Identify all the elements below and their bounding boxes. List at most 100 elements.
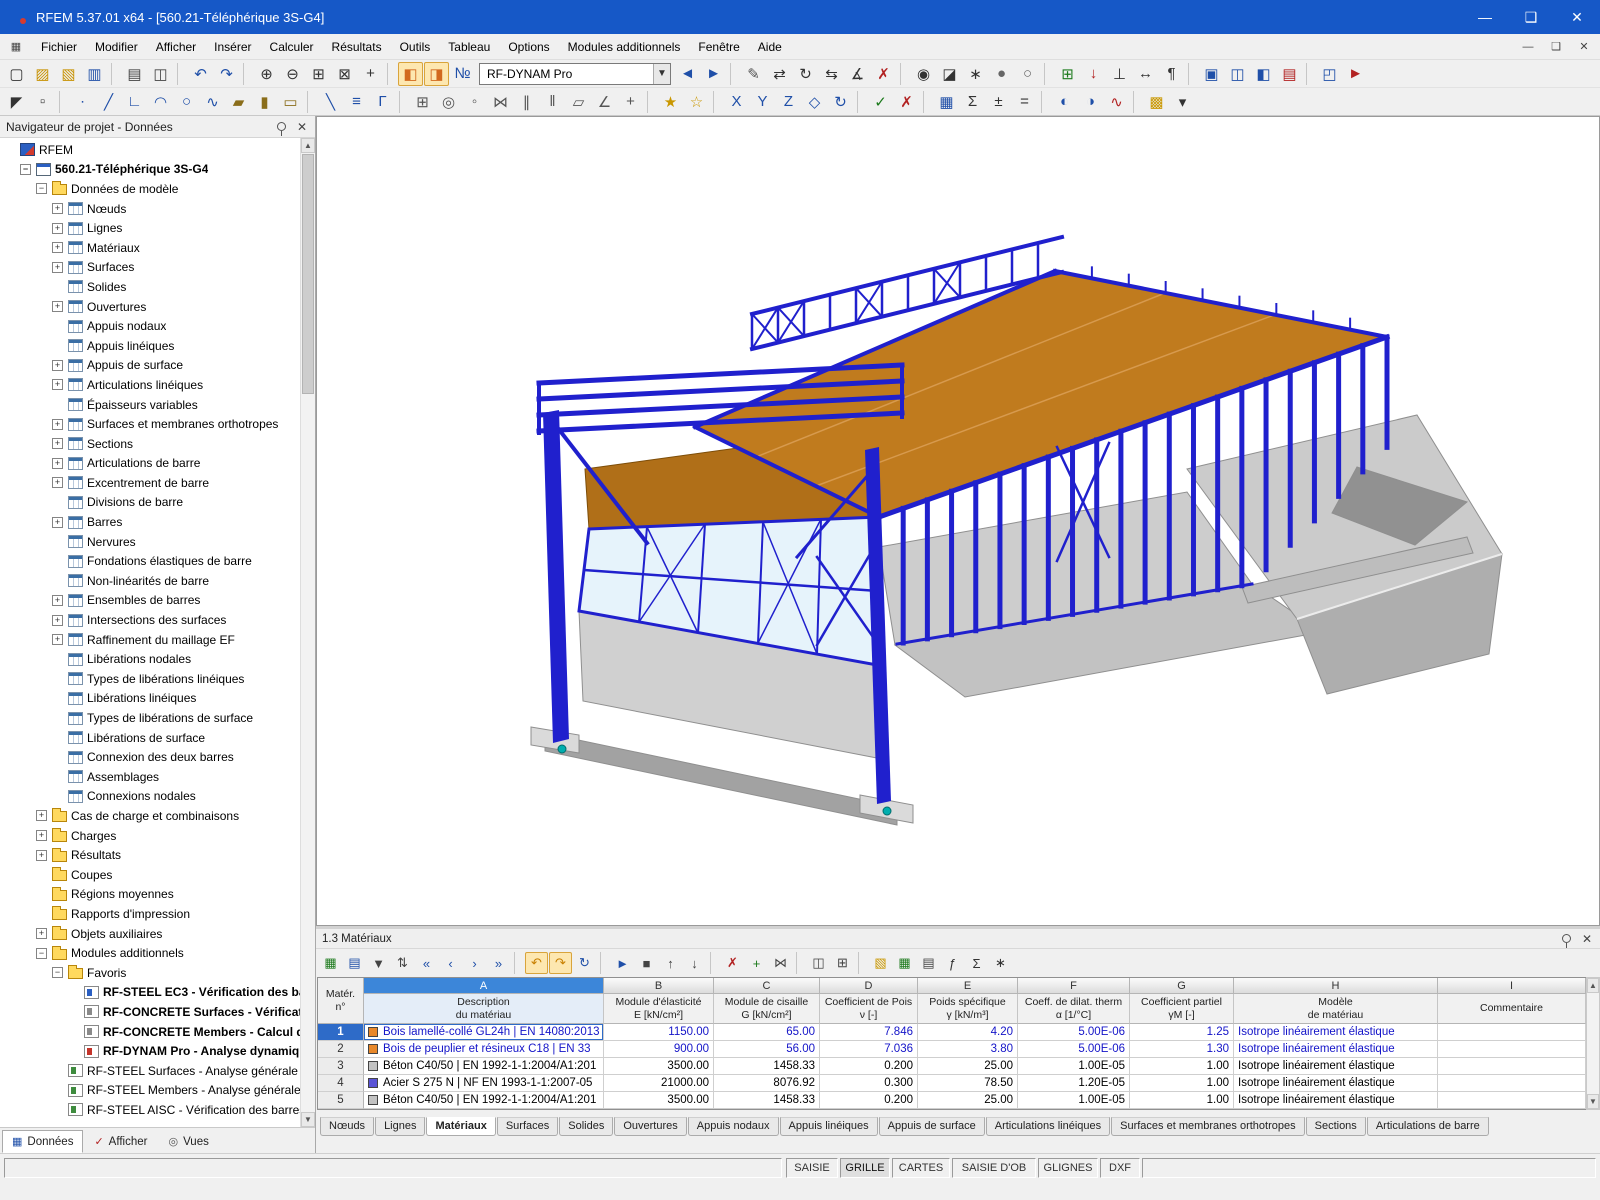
status-toggle-glignes[interactable]: GLIGNES (1038, 1158, 1098, 1178)
row-up-icon[interactable]: ↑ (659, 952, 682, 974)
guidelines-icon[interactable]: ‖ (540, 90, 565, 114)
table-row[interactable]: 2Bois de peuplier et résineux C18 | EN 3… (318, 1041, 1585, 1058)
tree-expander-icon[interactable]: + (52, 301, 63, 312)
value-cell[interactable]: 56.00 (714, 1041, 820, 1058)
draw-node-icon[interactable]: ∙ (70, 90, 95, 114)
tree-expander-icon[interactable]: + (36, 830, 47, 841)
insert-row-icon[interactable]: + (745, 952, 768, 974)
tree-expander-icon[interactable]: + (52, 379, 63, 390)
tree-expander-icon[interactable]: + (52, 595, 63, 606)
column-letter-f[interactable]: F (1018, 978, 1130, 994)
value-cell[interactable]: 78.50 (918, 1075, 1018, 1092)
sort-rows-icon[interactable]: ⇅ (391, 952, 414, 974)
tree-expander-icon[interactable]: − (52, 967, 63, 978)
column-letter-c[interactable]: C (714, 978, 820, 994)
value-cell[interactable]: 0.200 (820, 1058, 918, 1075)
navigator-tab-vues[interactable]: ◎Vues (158, 1130, 218, 1153)
zoom-window-icon[interactable]: ⊞ (306, 62, 331, 86)
value-cell[interactable]: 4.20 (918, 1024, 1018, 1041)
value-cell[interactable]: 1.00E-05 (1018, 1058, 1130, 1075)
tree-item-cas-de-charge-et-combinaisons[interactable]: +Cas de charge et combinaisons (0, 806, 300, 826)
snap-grid-icon[interactable]: ⊞ (410, 90, 435, 114)
draw-solid-icon[interactable]: ▮ (252, 90, 277, 114)
color-panel-icon[interactable]: ▩ (1144, 90, 1169, 114)
material-model-cell[interactable]: Isotrope linéairement élastique (1234, 1058, 1438, 1075)
tree-item-appuis-de-surface[interactable]: +Appuis de surface (0, 356, 300, 376)
menu-fenetre[interactable]: Fenêtre (689, 36, 748, 58)
tree-expander-icon[interactable]: + (52, 458, 63, 469)
render-wireframe-icon[interactable]: ○ (1015, 62, 1040, 86)
zoom-out-icon[interactable]: ⊖ (280, 62, 305, 86)
column-letter-g[interactable]: G (1130, 978, 1234, 994)
view-isometric-icon[interactable]: ◇ (802, 90, 827, 114)
table-row[interactable]: 4Acier S 275 N | NF EN 1993-1-1:2007-052… (318, 1075, 1585, 1092)
tree-item-rf-concrete-surfaces-verification[interactable]: −RF-CONCRETE Surfaces - Vérification (0, 1002, 300, 1022)
edit-mode-icon[interactable]: ✎ (741, 62, 766, 86)
delete-rows-icon[interactable]: ✗ (721, 952, 744, 974)
snap-node-icon[interactable]: ◎ (436, 90, 461, 114)
comment-cell[interactable] (1438, 1041, 1586, 1058)
tree-item-regions-moyennes[interactable]: −Régions moyennes (0, 885, 300, 905)
tree-expander-icon[interactable]: + (52, 634, 63, 645)
table-settings-icon[interactable]: ▦ (319, 952, 342, 974)
tree-item-surfaces-et-membranes-orthotropes[interactable]: +Surfaces et membranes orthotropes (0, 414, 300, 434)
deformed-shape-icon[interactable]: ∿ (1104, 90, 1129, 114)
render-solid-icon[interactable]: ● (989, 62, 1014, 86)
tree-expander-icon[interactable]: + (52, 203, 63, 214)
draw-circle-icon[interactable]: ○ (174, 90, 199, 114)
tree-item-favoris[interactable]: −Favoris (0, 963, 300, 983)
status-toggle-saisie-d-ob[interactable]: SAISIE D'OB (952, 1158, 1036, 1178)
material-model-cell[interactable]: Isotrope linéairement élastique (1234, 1024, 1438, 1041)
run-calculation-icon[interactable]: ► (1343, 62, 1368, 86)
select-table-icon[interactable]: ⊞ (831, 952, 854, 974)
view-z-icon[interactable]: Z (776, 90, 801, 114)
menu-inserer[interactable]: Insérer (205, 36, 260, 58)
view-mode-icon[interactable]: ◫ (807, 952, 830, 974)
redo-table-icon[interactable]: ↷ (549, 952, 572, 974)
project-angle-icon[interactable]: ∡ (845, 62, 870, 86)
print-graphic-icon[interactable]: ▤ (1277, 62, 1302, 86)
value-cell[interactable]: 0.200 (820, 1092, 918, 1109)
column-letter-h[interactable]: H (1234, 978, 1438, 994)
menu-modifier[interactable]: Modifier (86, 36, 147, 58)
annotations-icon[interactable]: ¶ (1159, 62, 1184, 86)
nav-back-icon[interactable]: ◄ (675, 62, 700, 86)
calculate-all-icon[interactable]: = (1012, 90, 1037, 114)
sum-icon[interactable]: Σ (965, 952, 988, 974)
value-cell[interactable]: 1.00 (1130, 1075, 1234, 1092)
tree-expander-icon[interactable]: + (52, 615, 63, 626)
deselect-all-icon[interactable]: ☆ (684, 90, 709, 114)
table-tab-appuis-lineiques[interactable]: Appuis linéiques (780, 1117, 878, 1136)
value-cell[interactable]: 5.00E-06 (1018, 1024, 1130, 1041)
move-copy-icon[interactable]: ⇄ (767, 62, 792, 86)
next-row-icon[interactable]: › (463, 952, 486, 974)
tree-expander-icon[interactable]: + (52, 438, 63, 449)
select-box-icon[interactable]: ▫ (30, 90, 55, 114)
visibility-icon[interactable]: ◉ (911, 62, 936, 86)
maximize-button[interactable]: ❑ (1508, 0, 1554, 34)
value-cell[interactable]: 21000.00 (604, 1075, 714, 1092)
print-table-icon[interactable]: ▤ (917, 952, 940, 974)
value-cell[interactable]: 1.20E-05 (1018, 1075, 1130, 1092)
navigator-tab-afficher[interactable]: ✓Afficher (84, 1130, 157, 1153)
value-cell[interactable]: 1.00 (1130, 1092, 1234, 1109)
print-icon[interactable]: ▤ (122, 62, 147, 86)
tree-item-articulations-de-barre[interactable]: +Articulations de barre (0, 454, 300, 474)
value-cell[interactable]: 1458.33 (714, 1092, 820, 1109)
tree-item-rf-steel-members-analyse-generale[interactable]: −RF-STEEL Members - Analyse générale (0, 1081, 300, 1101)
tree-item-liberations-nodales[interactable]: −Libérations nodales (0, 649, 300, 669)
table-tab-appuis-nodaux[interactable]: Appuis nodaux (688, 1117, 779, 1136)
tree-expander-icon[interactable]: + (36, 928, 47, 939)
tree-item-lignes[interactable]: +Lignes (0, 218, 300, 238)
draw-arc-icon[interactable]: ◠ (148, 90, 173, 114)
mirror-object-icon[interactable]: ⇆ (819, 62, 844, 86)
table-filter-icon[interactable]: ▼ (367, 952, 390, 974)
status-toggle-saisie[interactable]: SAISIE (786, 1158, 838, 1178)
tree-item-objets-auxiliaires[interactable]: +Objets auxiliaires (0, 924, 300, 944)
results-display-icon[interactable]: ◐ (1052, 90, 1077, 114)
table-list-icon[interactable]: ▤ (343, 952, 366, 974)
combinations-icon[interactable]: ± (986, 90, 1011, 114)
loads-icon[interactable]: ↓ (1081, 62, 1106, 86)
column-letter-d[interactable]: D (820, 978, 918, 994)
tree-item-rf-steel-aisc-verification-des-barres[interactable]: −RF-STEEL AISC - Vérification des barres (0, 1100, 300, 1120)
